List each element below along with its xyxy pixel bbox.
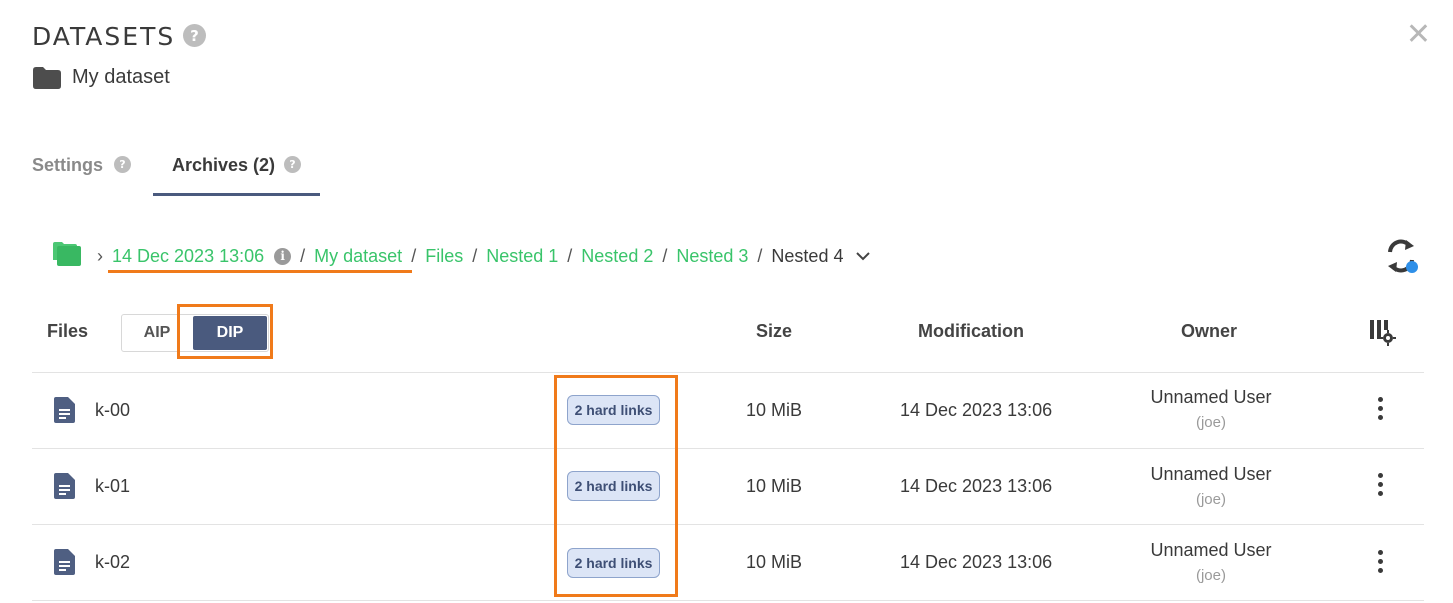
- tab-settings[interactable]: Settings: [32, 155, 103, 176]
- owner-name: Unnamed User: [1150, 540, 1272, 560]
- breadcrumb-separator: /: [567, 245, 573, 266]
- file-name[interactable]: k-01: [95, 476, 130, 497]
- folder-green-icon[interactable]: [53, 242, 81, 266]
- breadcrumb-separator: /: [411, 245, 417, 266]
- file-name[interactable]: k-02: [95, 552, 130, 573]
- annotation-box-hard-links: [554, 375, 678, 597]
- breadcrumb-chevron: ›: [97, 245, 103, 266]
- annotation-underline: [108, 270, 412, 273]
- file-icon: [54, 397, 75, 423]
- file-icon: [54, 473, 75, 499]
- breadcrumb-current: Nested 4: [771, 245, 844, 266]
- page-title: DATASETS: [32, 22, 176, 51]
- breadcrumb-separator: /: [472, 245, 478, 266]
- breadcrumb-separator: /: [757, 245, 763, 266]
- kebab-icon[interactable]: [1377, 397, 1383, 420]
- kebab-icon[interactable]: [1377, 473, 1383, 496]
- file-size: 10 MiB: [746, 400, 803, 420]
- table-row[interactable]: [32, 449, 1424, 524]
- breadcrumb-separator: /: [300, 245, 306, 266]
- owner-column-header: Owner: [1181, 321, 1238, 341]
- annotation-box-dip: [177, 304, 273, 359]
- modification-column-header: Modification: [918, 321, 1024, 341]
- owner-login: (joe): [1195, 491, 1226, 508]
- table-row[interactable]: [32, 373, 1424, 448]
- archives-help-icon[interactable]: ?: [284, 156, 301, 173]
- owner-login: (joe): [1195, 567, 1226, 584]
- breadcrumb-nested-2[interactable]: Nested 2: [581, 246, 653, 267]
- file-icon: [54, 549, 75, 575]
- kebab-icon[interactable]: [1377, 550, 1383, 573]
- table-row[interactable]: [32, 525, 1424, 600]
- owner-name: Unnamed User: [1150, 387, 1272, 407]
- breadcrumb-files[interactable]: Files: [425, 246, 463, 267]
- breadcrumb-nested-1[interactable]: Nested 1: [486, 246, 558, 267]
- file-modified: 14 Dec 2023 13:06: [900, 552, 1053, 572]
- active-tab-indicator: [153, 193, 320, 196]
- help-icon[interactable]: ?: [183, 24, 206, 47]
- file-modified: 14 Dec 2023 13:06: [900, 476, 1053, 496]
- columns-settings-icon[interactable]: [1369, 320, 1397, 346]
- tab-archives[interactable]: Archives (2): [172, 155, 275, 176]
- owner-login: (joe): [1195, 414, 1226, 431]
- folder-icon: [33, 67, 61, 89]
- file-name[interactable]: k-00: [95, 400, 130, 421]
- chevron-down-icon[interactable]: [856, 251, 871, 261]
- close-icon[interactable]: ✕: [1406, 20, 1431, 50]
- size-column-header: Size: [756, 321, 793, 341]
- breadcrumb-nested-3[interactable]: Nested 3: [676, 246, 748, 267]
- breadcrumb: › 14 Dec 2023 13:06 i / My dataset / Fil…: [97, 243, 871, 269]
- file-size: 10 MiB: [746, 552, 803, 572]
- info-icon[interactable]: i: [274, 247, 292, 265]
- dataset-name: My dataset: [72, 66, 170, 88]
- file-size: 10 MiB: [746, 476, 803, 496]
- refresh-icon[interactable]: [1384, 238, 1422, 274]
- breadcrumb-dataset[interactable]: My dataset: [314, 246, 402, 267]
- settings-help-icon[interactable]: ?: [114, 156, 131, 173]
- breadcrumb-archive-date[interactable]: 14 Dec 2023 13:06: [112, 246, 264, 267]
- row-divider: [32, 600, 1424, 601]
- file-modified: 14 Dec 2023 13:06: [900, 400, 1053, 420]
- owner-name: Unnamed User: [1150, 464, 1272, 484]
- files-column-header: Files: [47, 321, 89, 341]
- breadcrumb-separator: /: [662, 245, 668, 266]
